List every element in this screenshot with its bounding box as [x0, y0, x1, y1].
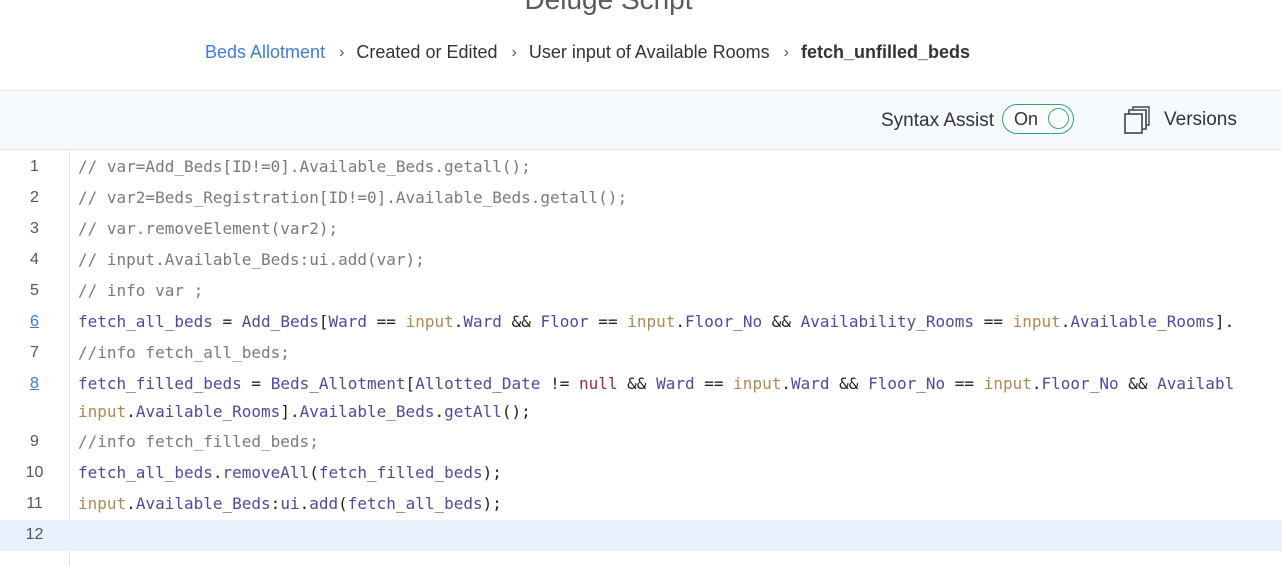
line-number: 4: [30, 251, 39, 268]
breadcrumb-item-created-or-edited: Created or Edited: [356, 41, 498, 62]
code-line[interactable]: 6 fetch_all_beds = Add_Beds[Ward == inpu…: [0, 307, 1282, 338]
code-line[interactable]: 2 // var2=Beds_Registration[ID!=0].Avail…: [0, 183, 1282, 214]
line-number: 12: [25, 526, 44, 543]
code-text: //info fetch_all_beds;: [78, 343, 290, 362]
copy-stack-icon: [1124, 106, 1150, 134]
code-line[interactable]: 4 // input.Available_Beds:ui.add(var);: [0, 245, 1282, 276]
code-text: // var.removeElement(var2);: [78, 219, 339, 238]
editor-toolbar: Syntax Assist On Versions: [0, 91, 1282, 150]
code-text: fetch_all_beds.removeAll(fetch_filled_be…: [78, 463, 502, 482]
breadcrumb-item-current: fetch_unfilled_beds: [800, 41, 970, 62]
line-number-link[interactable]: 6: [0, 313, 69, 331]
code-text: // input.Available_Beds:ui.add(var);: [78, 250, 425, 269]
code-text: // var2=Beds_Registration[ID!=0].Availab…: [78, 188, 628, 207]
code-line-active[interactable]: 12: [0, 520, 1282, 551]
code-line[interactable]: 3 // var.removeElement(var2);: [0, 214, 1282, 245]
code-text: input.Available_Beds:ui.add(fetch_all_be…: [78, 494, 502, 513]
line-number: 11: [26, 495, 43, 512]
code-text: // var=Add_Beds[ID!=0].Available_Beds.ge…: [78, 157, 531, 176]
line-number-link[interactable]: 8: [0, 375, 69, 393]
chevron-right-icon: ›: [511, 44, 517, 61]
versions-label: Versions: [1164, 109, 1237, 130]
line-number: 2: [30, 189, 39, 206]
chevron-right-icon: ›: [339, 44, 345, 61]
code-line[interactable]: 10 fetch_all_beds.removeAll(fetch_filled…: [0, 458, 1282, 489]
code-line[interactable]: 11 input.Available_Beds:ui.add(fetch_all…: [0, 489, 1282, 520]
line-number: 9: [30, 433, 39, 450]
code-text: //info fetch_filled_beds;: [78, 432, 319, 451]
code-line[interactable]: 1 // var=Add_Beds[ID!=0].Available_Beds.…: [0, 152, 1282, 183]
toggle-state-label: On: [1014, 109, 1039, 129]
code-line[interactable]: 7 //info fetch_all_beds;: [0, 338, 1282, 369]
breadcrumb: Beds Allotment › Created or Edited › Use…: [205, 41, 970, 63]
syntax-assist-label: Syntax Assist: [881, 110, 994, 131]
page-title: Deluge Script: [0, 0, 1217, 16]
code-text: fetch_filled_beds = Beds_Allotment[Allot…: [78, 374, 1235, 421]
code-text: // info var ;: [78, 281, 204, 300]
code-line[interactable]: 8 fetch_filled_beds = Beds_Allotment[All…: [0, 369, 1282, 427]
line-number: 10: [25, 464, 44, 481]
line-number: 1: [30, 158, 39, 175]
toggle-knob: [1048, 108, 1069, 129]
line-number: 7: [30, 344, 39, 361]
code-text: fetch_all_beds = Add_Beds[Ward == input.…: [78, 312, 1235, 331]
line-number: 3: [30, 220, 39, 237]
line-number: 5: [30, 282, 39, 299]
code-line[interactable]: 5 // info var ;: [0, 276, 1282, 307]
versions-button[interactable]: Versions: [1124, 105, 1237, 135]
syntax-assist-toggle[interactable]: On: [1002, 104, 1074, 134]
code-editor[interactable]: 1 // var=Add_Beds[ID!=0].Available_Beds.…: [0, 150, 1282, 566]
code-line[interactable]: 9 //info fetch_filled_beds;: [0, 427, 1282, 458]
breadcrumb-item-beds-allotment[interactable]: Beds Allotment: [205, 42, 325, 63]
breadcrumb-item-user-input: User input of Available Rooms: [528, 41, 770, 62]
chevron-right-icon: ›: [783, 44, 789, 61]
